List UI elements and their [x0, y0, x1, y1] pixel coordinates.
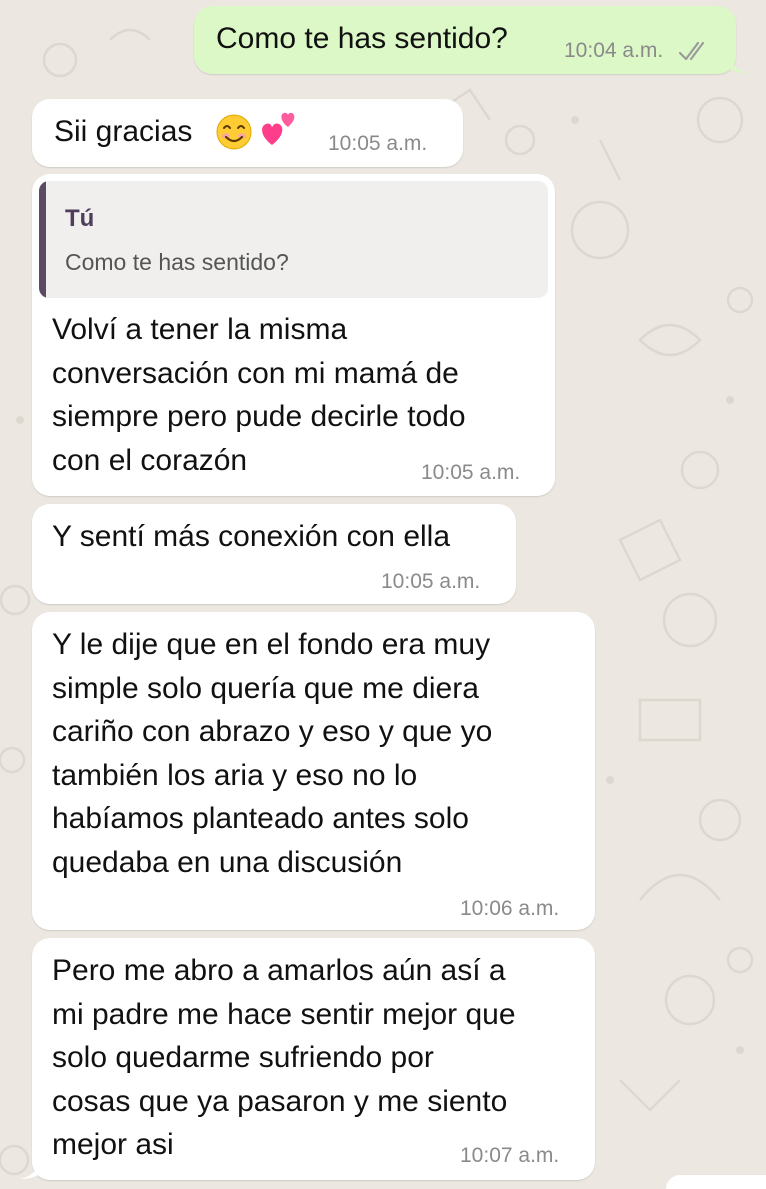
bubble-tail-outgoing — [728, 54, 748, 73]
message-text: Y sentí más conexión con ella — [52, 520, 451, 553]
message-text: Pero me abro a amarlos aún así a mi padr… — [52, 954, 516, 1161]
message-timestamp: 10:05 a.m. — [381, 570, 481, 593]
message-bubble-incoming[interactable]: Y sentí más conexión con ella 10:05 a.m. — [32, 504, 516, 604]
message-text: Volví a tener la misma conversación con … — [52, 313, 466, 477]
message-bubble-incoming[interactable]: Pero me abro a amarlos aún así a mi padr… — [32, 938, 595, 1180]
smiling-face-icon — [216, 114, 252, 150]
message-bubble-incoming-reply[interactable]: Tú Como te has sentido? Volví a tener la… — [32, 174, 555, 496]
two-hearts-icon — [262, 112, 295, 145]
quote-author: Tú — [65, 205, 95, 232]
message-text: Sii gracias — [54, 115, 193, 148]
bottom-corner-panel — [666, 1175, 766, 1189]
quoted-message[interactable]: Tú Como te has sentido? — [39, 181, 548, 298]
double-check-icon — [678, 41, 705, 61]
message-bubble-incoming[interactable]: Y le dije que en el fondo era muy simple… — [32, 612, 595, 930]
message-timestamp: 10:07 a.m. — [460, 1144, 560, 1167]
bubble-tail-incoming — [20, 1160, 40, 1179]
message-text: Como te has sentido? — [216, 22, 508, 55]
message-timestamp: 10:04 a.m. — [564, 39, 664, 62]
message-timestamp: 10:05 a.m. — [421, 461, 521, 484]
message-timestamp: 10:06 a.m. — [460, 897, 560, 920]
quote-text: Como te has sentido? — [65, 249, 289, 275]
message-bubble-outgoing[interactable]: Como te has sentido? 10:04 a.m. — [194, 6, 736, 74]
message-bubble-incoming[interactable]: Sii gracias 10:05 a.m. — [32, 99, 463, 167]
message-text: Y le dije que en el fondo era muy simple… — [52, 628, 493, 879]
message-timestamp: 10:05 a.m. — [328, 132, 428, 155]
quote-accent-bar — [39, 181, 46, 298]
